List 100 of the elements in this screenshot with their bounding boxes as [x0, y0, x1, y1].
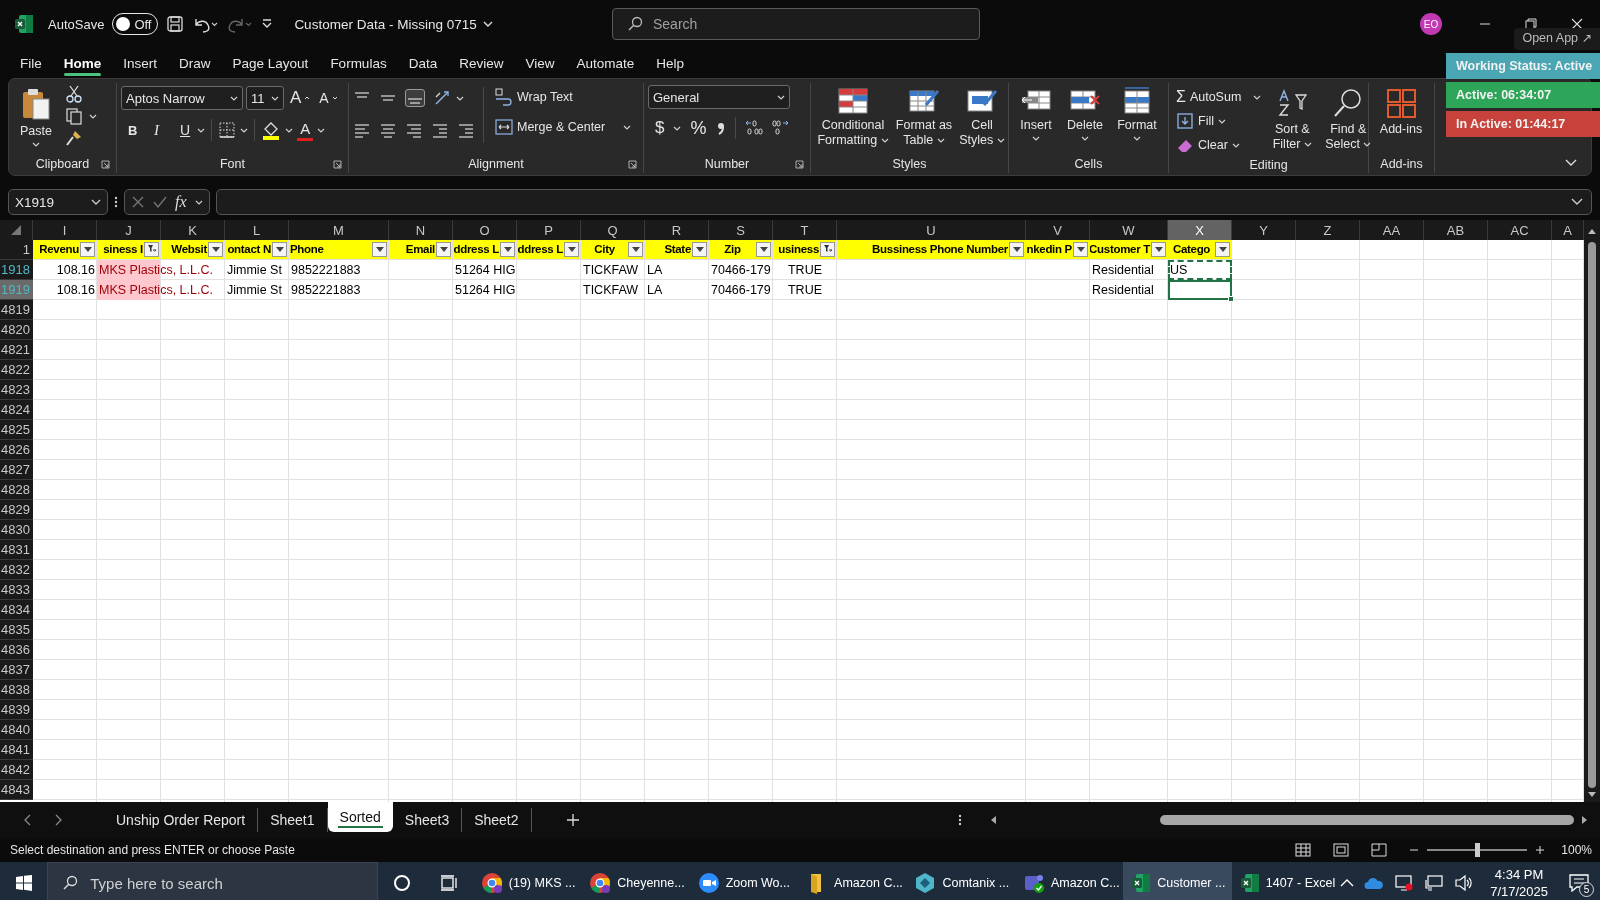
decrease-indent-icon[interactable]	[431, 122, 449, 138]
dialog-launcher-icon[interactable]	[333, 160, 342, 169]
row-header[interactable]: 4839	[0, 700, 33, 720]
format-as-table-button[interactable]: Format as Table	[893, 85, 955, 155]
name-box[interactable]: X1919	[8, 189, 108, 215]
autosum-button[interactable]: Σ AutoSum	[1173, 85, 1265, 109]
dialog-launcher-icon[interactable]	[795, 160, 804, 169]
sort-filter-button[interactable]: Sort & Filter	[1266, 85, 1319, 155]
select-all-icon[interactable]	[10, 224, 22, 236]
filter-button[interactable]	[80, 241, 95, 257]
row-header[interactable]: 4832	[0, 560, 33, 580]
column-header[interactable]: J	[97, 220, 161, 240]
task-view-icon[interactable]	[440, 874, 459, 892]
insert-function-button[interactable]: fx	[175, 193, 187, 211]
column-header[interactable]: N	[389, 220, 453, 240]
filter-applied-button[interactable]	[820, 241, 835, 257]
filter-button[interactable]	[436, 241, 451, 257]
sheet-tab[interactable]: Sheet2	[462, 808, 532, 832]
taskbar-app[interactable]: Comtanix ...	[906, 862, 1015, 900]
row-header[interactable]: 4842	[0, 760, 33, 780]
row-header[interactable]: 4838	[0, 680, 33, 700]
align-right-icon[interactable]	[405, 122, 423, 138]
row-header[interactable]: 4831	[0, 540, 33, 560]
row-header[interactable]: 1918	[0, 260, 33, 280]
percent-button[interactable]: %	[687, 116, 710, 140]
increase-font-button[interactable]: A	[287, 86, 314, 110]
column-header[interactable]: AA	[1360, 220, 1424, 240]
row-header[interactable]: 4825	[0, 420, 33, 440]
filter-button[interactable]	[1151, 241, 1166, 257]
column-header[interactable]: T	[773, 220, 837, 240]
restore-icon[interactable]	[1525, 18, 1537, 30]
column-header[interactable]: V	[1026, 220, 1090, 240]
font-name-dropdown[interactable]: Aptos Narrow	[121, 86, 243, 110]
delete-button[interactable]: Delete	[1061, 85, 1109, 155]
row-header[interactable]: 4823	[0, 380, 33, 400]
open-app-link[interactable]: Open App ↗	[1514, 28, 1600, 50]
column-header[interactable]: A	[1552, 220, 1584, 240]
increase-indent-icon[interactable]	[457, 122, 475, 138]
menu-tab[interactable]: Automate	[566, 48, 645, 78]
filter-button[interactable]	[500, 241, 515, 257]
taskbar-app[interactable]: 1407 - Excel	[1231, 862, 1341, 900]
fill-button[interactable]: Fill	[1173, 109, 1265, 133]
filter-button[interactable]	[692, 241, 707, 257]
column-header[interactable]: I	[33, 220, 97, 240]
collapse-ribbon-icon[interactable]	[1565, 159, 1577, 167]
row-header[interactable]: 4826	[0, 440, 33, 460]
filter-button[interactable]	[1009, 241, 1024, 257]
filter-button[interactable]	[1215, 241, 1230, 257]
wrap-text-button[interactable]: Wrap Text	[492, 85, 635, 109]
menu-tab[interactable]: Help	[646, 48, 695, 78]
italic-button[interactable]: I	[151, 118, 173, 142]
normal-view-icon[interactable]	[1295, 843, 1312, 857]
column-header[interactable]: K	[161, 220, 225, 240]
format-button[interactable]: Format	[1111, 85, 1163, 155]
taskbar-app[interactable]: Amazon C...	[798, 862, 907, 900]
speaker-icon[interactable]	[1454, 874, 1475, 892]
underline-button[interactable]: U	[177, 118, 194, 142]
increase-decimal-icon[interactable]	[744, 119, 765, 137]
next-icon[interactable]	[54, 814, 62, 826]
taskbar-app[interactable]: Customer ...	[1123, 862, 1232, 900]
page-break-icon[interactable]	[1371, 843, 1388, 857]
taskbar-app[interactable]: (19) MKS ...	[472, 862, 582, 900]
row-header[interactable]: 4820	[0, 320, 33, 340]
row-header[interactable]: 4821	[0, 340, 33, 360]
close-icon[interactable]	[1571, 18, 1583, 30]
filter-button[interactable]	[756, 241, 771, 257]
row-header[interactable]: 4819	[0, 300, 33, 320]
search-field[interactable]: Search	[612, 8, 980, 40]
zoom-slider[interactable]	[1475, 843, 1481, 857]
filter-button[interactable]	[564, 241, 579, 257]
clear-button[interactable]: Clear	[1173, 133, 1265, 157]
column-header[interactable]: M	[289, 220, 389, 240]
zoom-level[interactable]: 100%	[1561, 843, 1592, 857]
menu-tab[interactable]: View	[515, 48, 565, 78]
row-header[interactable]: 4836	[0, 640, 33, 660]
avatar[interactable]: EO	[1420, 13, 1442, 35]
formula-input[interactable]	[215, 189, 1592, 215]
column-header[interactable]: R	[645, 220, 709, 240]
active-cell[interactable]	[1168, 280, 1232, 300]
dialog-launcher-icon[interactable]	[101, 160, 110, 169]
row-header[interactable]: 4824	[0, 400, 33, 420]
menu-tab[interactable]: Page Layout	[222, 48, 319, 78]
clock-time[interactable]: 4:34 PM	[1494, 866, 1544, 883]
add-sheet-icon[interactable]	[565, 813, 580, 827]
menu-tab[interactable]: Formulas	[320, 48, 397, 78]
fill-color-icon[interactable]	[261, 120, 282, 140]
sheet-tab[interactable]: Sheet3	[392, 808, 463, 832]
show-hidden-icon[interactable]	[1340, 878, 1355, 888]
column-header[interactable]: Q	[581, 220, 645, 240]
row-header[interactable]: 4840	[0, 720, 33, 740]
row-header[interactable]: 4830	[0, 520, 33, 540]
copy-icon[interactable]	[65, 107, 83, 125]
enter-icon[interactable]	[153, 195, 167, 209]
scissors-icon[interactable]	[65, 85, 83, 103]
network-icon[interactable]	[1424, 874, 1445, 892]
row-header[interactable]: 4841	[0, 740, 33, 760]
taskbar-app[interactable]: Cheyenne...	[581, 862, 690, 900]
column-header[interactable]: S	[709, 220, 773, 240]
sheet-tab[interactable]: Sorted	[327, 802, 393, 832]
sheet-tab[interactable]: Sheet1	[258, 808, 328, 832]
